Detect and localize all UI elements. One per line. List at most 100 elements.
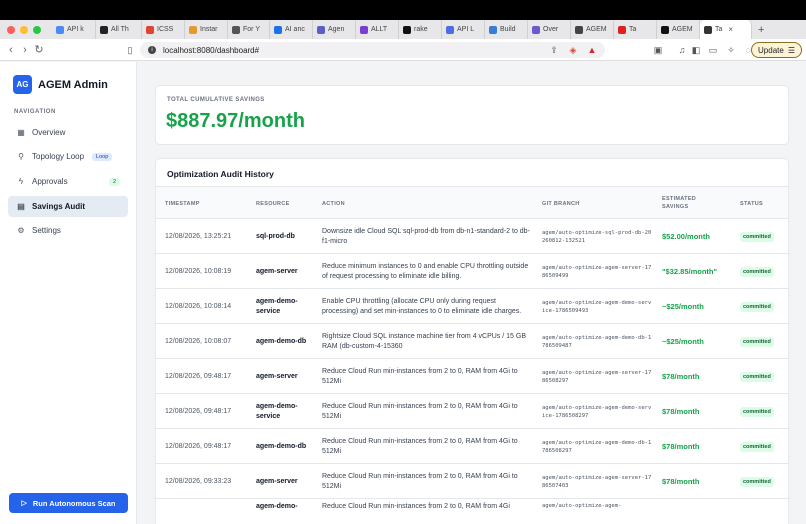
browser-tab[interactable]: API L (442, 20, 485, 39)
sidebar-item-settings[interactable]: ⚙ Settings (8, 220, 128, 241)
browser-tab[interactable]: rake (399, 20, 442, 39)
forward-icon[interactable]: › (18, 44, 32, 56)
close-tab-icon[interactable]: × (728, 25, 733, 34)
tab-label: Instar (200, 26, 218, 33)
estimated-savings-cell-text: "$32.85/month" (662, 267, 718, 276)
sidebar-item-approvals[interactable]: ϟ Approvals 2 (8, 171, 128, 192)
estimated-savings-cell-text: $78/month (662, 372, 700, 381)
timestamp-cell-text: 12/08/2026, 09:33:23 (165, 478, 232, 485)
url-field[interactable]: i localhost:8080/dashboard# (140, 42, 605, 58)
tabs-overview-icon[interactable]: ▣ (652, 44, 664, 56)
brand-name: AGEM Admin (38, 78, 108, 91)
tab-favicon-icon (489, 25, 497, 34)
tab-favicon-icon (446, 25, 454, 34)
estimated-savings-cell-text: $52.00/month (662, 232, 710, 241)
action-cell-text: Reduce Cloud Run min-instances from 2 to… (322, 472, 518, 490)
brand: AG AGEM Admin (13, 75, 108, 94)
sidebar-toggle-icon[interactable]: ◧ (690, 44, 702, 56)
sidebar-item-savings-audit[interactable]: ▤ Savings Audit (8, 196, 128, 217)
column-header-timestamp: TIMESTAMP (165, 201, 200, 207)
maximize-window-button[interactable] (33, 25, 41, 34)
status-badge: committed (740, 406, 774, 417)
action-cell: Reduce Cloud Run min-instances from 2 to… (322, 394, 534, 429)
sidebar: AG AGEM Admin NAVIGATION ▦ Overview ⚲ To… (0, 62, 137, 524)
browser-tab[interactable]: For Y (228, 20, 270, 39)
reload-icon[interactable]: ↻ (32, 43, 46, 56)
browser-tab[interactable]: AI anc (270, 20, 313, 39)
estimated-savings-cell: "$32.85/month" (662, 254, 737, 289)
timestamp-cell-text: 12/08/2026, 10:08:07 (165, 338, 232, 345)
table-row: agem-demo- Reduce Cloud Run min-instances… (156, 499, 788, 524)
action-cell-text: Rightsize Cloud SQL instance machine tie… (322, 332, 526, 350)
browser-tab-bar: API k All Th ICSS Instar For Y AI anc Agen ALLT… (0, 20, 806, 39)
run-autonomous-scan-button[interactable]: ▷ Run Autonomous Scan (9, 493, 128, 513)
warning-icon[interactable]: ▲ (586, 44, 598, 56)
minimize-window-button[interactable] (20, 25, 28, 34)
screen-top-bar (0, 0, 806, 20)
browser-tab[interactable]: API k (52, 20, 96, 39)
status-cell: committed (740, 219, 785, 254)
browser-tab[interactable]: Instar (185, 20, 228, 39)
timestamp-cell-text: 12/08/2026, 09:48:17 (165, 373, 232, 380)
nav-heading: NAVIGATION (14, 109, 56, 115)
browser-tab[interactable]: Agen (313, 20, 356, 39)
tab-label: Build (500, 26, 516, 33)
browser-tab[interactable]: Ta × (700, 20, 752, 39)
table-header: TIMESTAMP RESOURCE ACTION GIT BRANCH EST… (156, 186, 788, 219)
column-header-git-branch: GIT BRANCH (542, 201, 580, 207)
estimated-savings-cell (662, 499, 737, 524)
sidebar-item-topology-loop[interactable]: ⚲ Topology Loop Loop (8, 146, 128, 167)
timestamp-cell: 12/08/2026, 10:08:19 (165, 254, 255, 289)
back-icon[interactable]: ‹ (4, 44, 18, 56)
window-controls (0, 25, 52, 34)
status-badge: committed (740, 371, 774, 382)
savings-card: TOTAL CUMULATIVE SAVINGS $887.97/month (155, 85, 789, 145)
new-tab-icon[interactable]: + (752, 24, 764, 36)
status-cell (740, 499, 785, 524)
resource-cell-text: agem-demo- (256, 503, 298, 510)
git-branch-cell: agem/auto-optimize-agem-demo-service-178… (542, 289, 652, 324)
action-cell: Reduce Cloud Run min-instances from 2 to… (322, 429, 534, 464)
sidebar-item-label: Topology Loop (32, 152, 85, 161)
wallet-icon[interactable]: ▭ (707, 44, 719, 56)
browser-tab[interactable]: AGEM (571, 20, 614, 39)
browser-tab[interactable]: Ta (614, 20, 657, 39)
action-cell-text: Enable CPU throttling (allocate CPU only… (322, 297, 522, 315)
resource-cell-text: agem-server (256, 477, 298, 485)
leo-icon[interactable]: ✧ (725, 44, 737, 56)
browser-tab[interactable]: All Th (96, 20, 142, 39)
music-icon[interactable]: ♫ (676, 44, 688, 56)
site-info-icon[interactable]: i (148, 46, 156, 54)
sidebar-item-label: Overview (32, 128, 66, 137)
bookmark-icon[interactable]: ▯ (124, 44, 136, 56)
resource-cell: agem-demo-service (256, 394, 316, 429)
action-cell-text: Reduce Cloud Run min-instances from 2 to… (322, 367, 518, 385)
share-icon[interactable]: ⇪ (548, 44, 560, 56)
browser-tab[interactable]: Build (485, 20, 528, 39)
status-badge: committed (740, 231, 774, 242)
resource-cell: agem-demo-service (256, 289, 316, 324)
resource-cell: sql-prod-db (256, 219, 316, 254)
close-window-button[interactable] (7, 25, 15, 34)
resource-cell: agem-demo- (256, 499, 316, 524)
sidebar-item-overview[interactable]: ▦ Overview (8, 122, 128, 143)
timestamp-cell-text: 12/08/2026, 10:08:14 (165, 303, 232, 310)
git-branch-cell-text: agem/auto-optimize-sql-prod-db-20260812-… (542, 229, 652, 244)
status-cell: committed (740, 464, 785, 499)
resource-cell-text: sql-prod-db (256, 232, 295, 240)
update-button[interactable]: Update ☰ (751, 42, 802, 58)
browser-tab[interactable]: ICSS (142, 20, 185, 39)
browser-tab[interactable]: ALLT (356, 20, 399, 39)
column-header-status: STATUS (740, 201, 763, 207)
status-badge: committed (740, 441, 774, 452)
browser-tab[interactable]: Over (528, 20, 571, 39)
action-cell: Reduce Cloud Run min-instances from 2 to… (322, 359, 534, 394)
menu-icon: ☰ (787, 45, 795, 55)
browser-tab[interactable]: AGEM (657, 20, 700, 39)
tab-favicon-icon (274, 25, 282, 34)
tab-label: AGEM (672, 26, 693, 33)
tab-favicon-icon (360, 25, 368, 34)
shield-icon[interactable]: ◈ (567, 44, 579, 56)
git-branch-cell: agem/auto-optimize-sql-prod-db-20260812-… (542, 219, 652, 254)
resource-cell: agem-server (256, 254, 316, 289)
